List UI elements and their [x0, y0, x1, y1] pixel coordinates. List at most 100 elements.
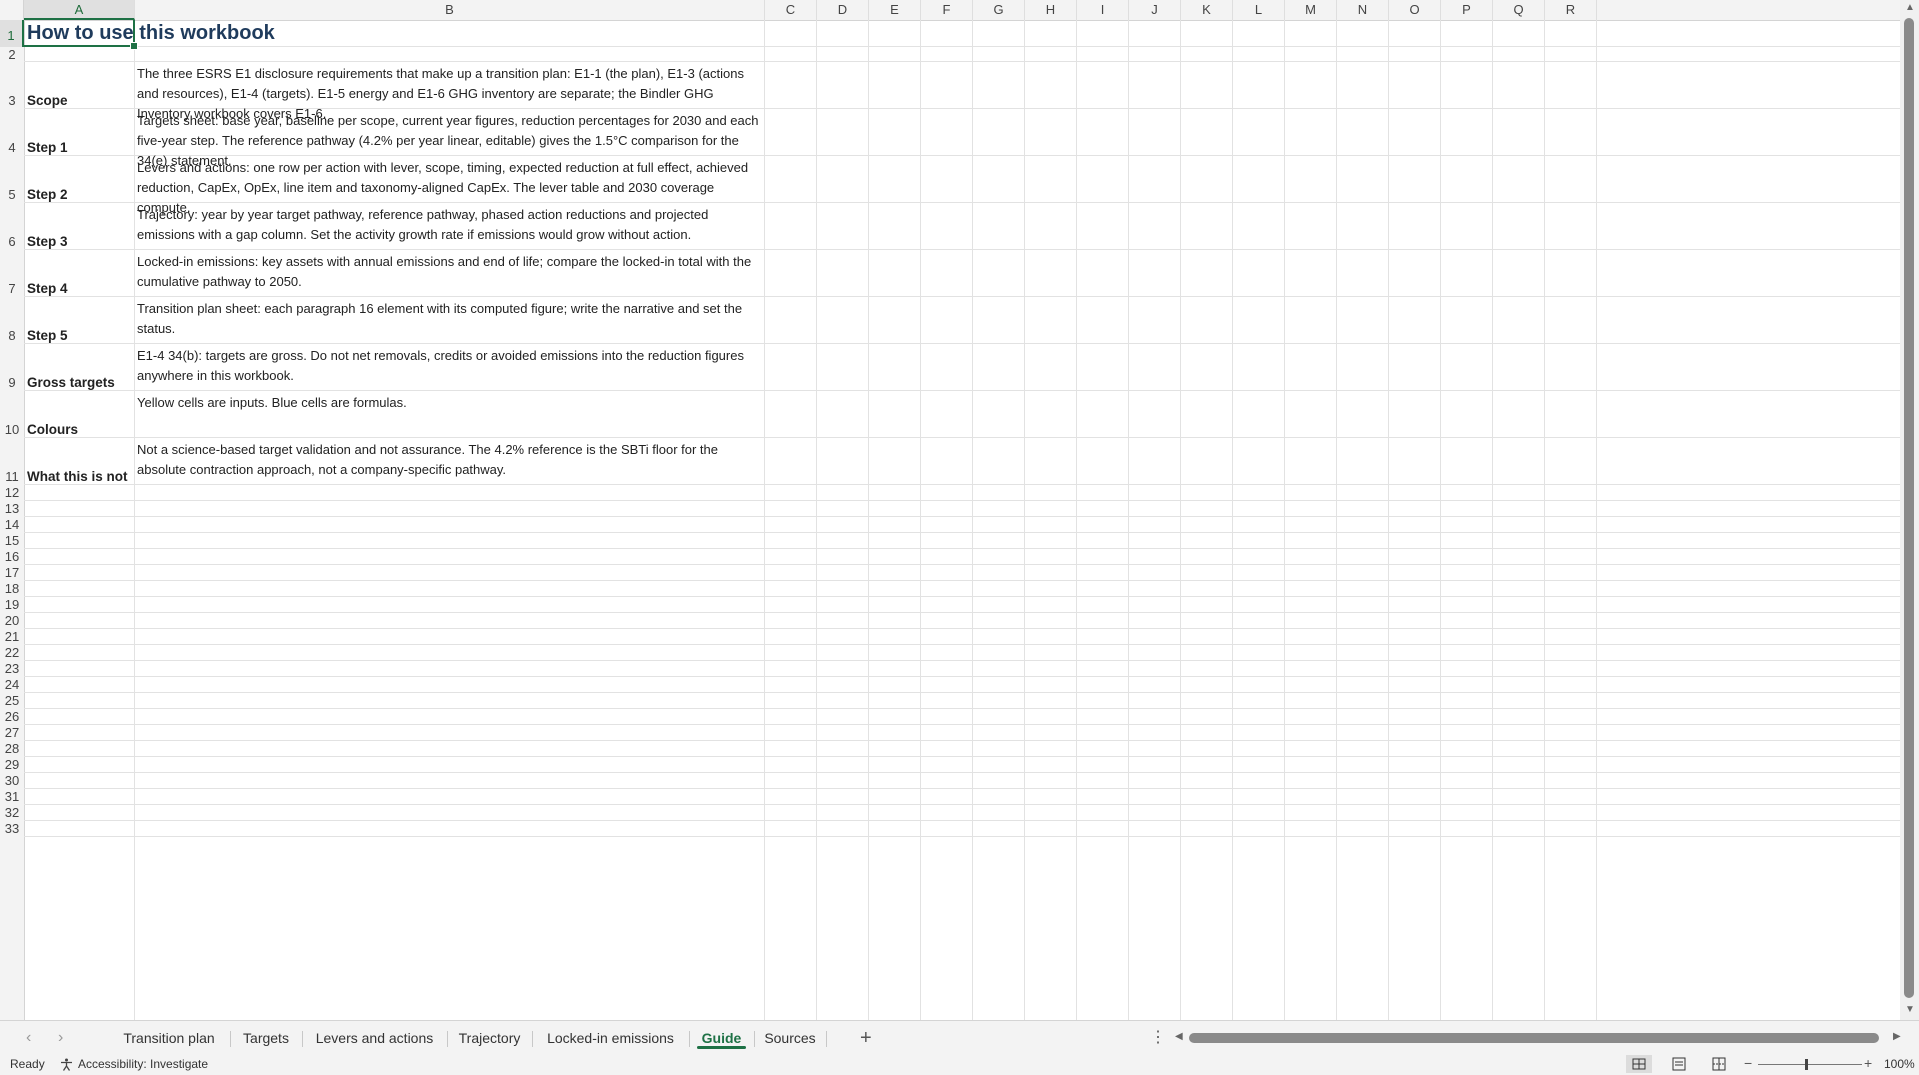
- grid-row-line: [24, 820, 1900, 821]
- sheet-tab-transition-plan[interactable]: Transition plan: [108, 1021, 230, 1055]
- grid-row-line: [24, 580, 1900, 581]
- row-header-14[interactable]: 14: [0, 517, 24, 533]
- zoom-in-icon[interactable]: +: [1864, 1055, 1872, 1071]
- row-header-8[interactable]: 8: [0, 297, 24, 344]
- horizontal-scrollbar[interactable]: ◀ ▶: [1175, 1031, 1905, 1045]
- row-header-19[interactable]: 19: [0, 597, 24, 613]
- row-header-6[interactable]: 6: [0, 203, 24, 250]
- row-header-5[interactable]: 5: [0, 156, 24, 203]
- zoom-level[interactable]: 100%: [1884, 1057, 1915, 1071]
- row-header-31[interactable]: 31: [0, 789, 24, 805]
- row-header-25[interactable]: 25: [0, 693, 24, 709]
- row-header-10[interactable]: 10: [0, 391, 24, 438]
- row-header-3[interactable]: 3: [0, 62, 24, 109]
- column-header-g[interactable]: G: [973, 0, 1025, 20]
- column-header-d[interactable]: D: [817, 0, 869, 20]
- row-header-33[interactable]: 33: [0, 821, 24, 837]
- grid-row-line: [24, 804, 1900, 805]
- row-header-21[interactable]: 21: [0, 629, 24, 645]
- sheet-tab-locked-in-emissions[interactable]: Locked-in emissions: [532, 1021, 689, 1055]
- sheet-tab-guide[interactable]: Guide: [689, 1021, 754, 1055]
- row-header-13[interactable]: 13: [0, 501, 24, 517]
- row-header-1[interactable]: 1: [0, 20, 24, 47]
- grid-column-line: [1596, 20, 1597, 1020]
- column-header-j[interactable]: J: [1129, 0, 1181, 20]
- fill-handle[interactable]: [130, 42, 138, 50]
- column-header-c[interactable]: C: [765, 0, 817, 20]
- section-label: Step 4: [27, 281, 68, 296]
- row-header-11[interactable]: 11: [0, 438, 24, 485]
- column-header-f[interactable]: F: [921, 0, 973, 20]
- grid-row-line: [24, 484, 1900, 485]
- grid-row-line: [24, 564, 1900, 565]
- column-header-k[interactable]: K: [1181, 0, 1233, 20]
- grid-view-icon[interactable]: [1626, 1055, 1652, 1073]
- grid-column-line: [1440, 20, 1441, 1020]
- row-header-18[interactable]: 18: [0, 581, 24, 597]
- grid-column-line: [1024, 20, 1025, 1020]
- zoom-out-icon[interactable]: −: [1744, 1055, 1752, 1071]
- chevron-right-icon[interactable]: ›: [58, 1029, 63, 1047]
- row-header-9[interactable]: 9: [0, 344, 24, 391]
- scroll-up-arrow-icon[interactable]: ▲: [1905, 2, 1915, 13]
- row-header-2[interactable]: 2: [0, 47, 24, 62]
- column-header-q[interactable]: Q: [1493, 0, 1545, 20]
- vertical-scroll-thumb[interactable]: [1904, 18, 1914, 998]
- horizontal-scroll-thumb[interactable]: [1189, 1033, 1879, 1043]
- page-break-icon[interactable]: [1706, 1055, 1732, 1073]
- row-header-23[interactable]: 23: [0, 661, 24, 677]
- column-header-b[interactable]: B: [135, 0, 765, 20]
- sheet-tab-targets[interactable]: Targets: [230, 1021, 302, 1055]
- status-bar: Ready Accessibility: Investigate − + 100…: [0, 1054, 1919, 1075]
- row-header-30[interactable]: 30: [0, 773, 24, 789]
- sheet-tab-sources[interactable]: Sources: [754, 1021, 826, 1055]
- grid-row-line: [24, 724, 1900, 725]
- sheet-tab-levers-and-actions[interactable]: Levers and actions: [302, 1021, 447, 1055]
- column-header-a[interactable]: A: [24, 0, 135, 20]
- grid-row-line: [24, 437, 1900, 438]
- grid-column-line: [1128, 20, 1129, 1020]
- select-all-corner[interactable]: [0, 0, 24, 20]
- worksheet-grid[interactable]: How to use this workbook Scope The three E…: [24, 20, 1900, 1020]
- row-header-12[interactable]: 12: [0, 485, 24, 501]
- scroll-right-arrow-icon[interactable]: ▶: [1893, 1031, 1901, 1042]
- row-header-24[interactable]: 24: [0, 677, 24, 693]
- row-header-32[interactable]: 32: [0, 805, 24, 821]
- scroll-left-arrow-icon[interactable]: ◀: [1175, 1031, 1183, 1042]
- cell-selection: [24, 20, 135, 47]
- vertical-ellipsis-icon[interactable]: ⋮: [1150, 1021, 1166, 1055]
- page-layout-icon[interactable]: [1666, 1055, 1692, 1073]
- vertical-scrollbar[interactable]: ▲ ▼: [1900, 0, 1919, 1020]
- row-header-16[interactable]: 16: [0, 549, 24, 565]
- row-header-20[interactable]: 20: [0, 613, 24, 629]
- chevron-left-icon[interactable]: ‹: [26, 1029, 31, 1047]
- row-header-28[interactable]: 28: [0, 741, 24, 757]
- column-header-o[interactable]: O: [1389, 0, 1441, 20]
- column-header-e[interactable]: E: [869, 0, 921, 20]
- column-header-n[interactable]: N: [1337, 0, 1389, 20]
- scroll-down-arrow-icon[interactable]: ▼: [1905, 1004, 1915, 1015]
- row-header-17[interactable]: 17: [0, 565, 24, 581]
- plus-icon[interactable]: +: [860, 1021, 872, 1055]
- accessibility-status[interactable]: Accessibility: Investigate: [60, 1057, 208, 1071]
- column-header-p[interactable]: P: [1441, 0, 1493, 20]
- column-header-r[interactable]: R: [1545, 0, 1597, 20]
- column-header-h[interactable]: H: [1025, 0, 1077, 20]
- row-header-22[interactable]: 22: [0, 645, 24, 661]
- row-header-7[interactable]: 7: [0, 250, 24, 297]
- row-header-27[interactable]: 27: [0, 725, 24, 741]
- column-header-l[interactable]: L: [1233, 0, 1285, 20]
- row-header-4[interactable]: 4: [0, 109, 24, 156]
- section-description: Transition plan sheet: each paragraph 16…: [137, 301, 743, 336]
- grid-row-line: [24, 740, 1900, 741]
- sheet-tab-trajectory[interactable]: Trajectory: [447, 1021, 532, 1055]
- zoom-slider-handle[interactable]: [1805, 1059, 1808, 1070]
- row-header-26[interactable]: 26: [0, 709, 24, 725]
- section-description: Not a science-based target validation an…: [137, 442, 718, 477]
- row-header-15[interactable]: 15: [0, 533, 24, 549]
- grid-row-line: [24, 644, 1900, 645]
- row-header-29[interactable]: 29: [0, 757, 24, 773]
- column-header-i[interactable]: I: [1077, 0, 1129, 20]
- zoom-slider[interactable]: [1758, 1064, 1862, 1065]
- column-header-m[interactable]: M: [1285, 0, 1337, 20]
